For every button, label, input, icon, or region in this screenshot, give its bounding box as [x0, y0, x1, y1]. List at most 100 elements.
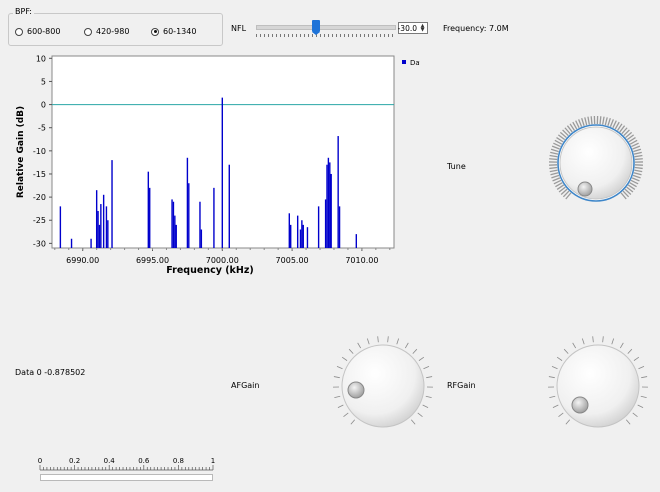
y-tick-label: -25 [33, 216, 46, 225]
knob-tick [565, 419, 571, 425]
nfl-spinbox[interactable]: -30.0 ▲ ▼ [398, 22, 428, 34]
y-tick-label: 5 [41, 77, 46, 86]
y-tick-label: 0 [41, 101, 46, 110]
knob-tick [634, 154, 643, 158]
knob-tick [563, 348, 569, 354]
y-tick-label: 10 [36, 54, 46, 63]
y-tick-label: -15 [33, 170, 46, 179]
knob-tick [396, 338, 400, 345]
tune-label: Tune [447, 162, 466, 171]
knob-tick [553, 142, 561, 148]
spectrum-chart: 10 5 0 -5 -10 -15 -20 -25 -30 6990.00 6995.00 7000… [16, 54, 420, 276]
knob-tick [575, 120, 580, 129]
x-axis-label: Frequency (kHz) [166, 265, 253, 276]
tune-knob-dimple[interactable] [577, 181, 593, 197]
rfgain-knob-dimple[interactable] [571, 396, 589, 414]
knob-tick [426, 376, 433, 379]
knob-tick [341, 356, 348, 361]
progress-scale-label: 0.6 [138, 457, 150, 465]
knob-tick [634, 166, 643, 170]
x-tick-label: 7000.00 [206, 256, 239, 265]
afgain-knob[interactable] [333, 334, 433, 434]
knob-tick [412, 348, 418, 354]
knob-tick [604, 117, 608, 126]
knob-tick [584, 117, 588, 126]
knob-tick [350, 419, 356, 425]
knob-tick [552, 404, 559, 409]
knob-tick [631, 142, 639, 148]
knob-tick [551, 174, 560, 179]
x-tick-label: 7005.00 [276, 256, 309, 265]
knob-tick [387, 336, 389, 343]
radio-icon[interactable] [15, 27, 23, 36]
spin-arrows-icon[interactable]: ▲ ▼ [419, 24, 426, 33]
rfgain-knob-face[interactable] [556, 344, 640, 428]
progress-scale-label: 0.4 [104, 457, 116, 465]
knob-tick [377, 336, 379, 343]
knob-tick [552, 177, 561, 182]
knob-tick [422, 404, 429, 409]
nfl-slider-track[interactable] [256, 25, 396, 30]
radio-icon[interactable] [84, 27, 92, 36]
knob-tick [425, 395, 432, 399]
knob-tick [587, 116, 590, 125]
knob-tick [637, 404, 644, 409]
knob-tick [634, 158, 643, 161]
bpf-option-60-1340[interactable]: 60-1340 [151, 27, 196, 36]
knob-tick [417, 412, 423, 417]
progress-scale-label: 0.2 [69, 457, 80, 465]
nfl-slider-thumb[interactable] [312, 20, 320, 35]
knob-tick [336, 366, 343, 370]
knob-tick [641, 376, 648, 379]
knob-tick [627, 348, 633, 354]
rfgain-label: RFGain [447, 381, 476, 390]
tune-knob-face[interactable] [559, 126, 633, 200]
knob-tick [632, 174, 641, 179]
y-axis-label: Relative Gain (dB) [16, 106, 26, 198]
bpf-title: BPF: [13, 7, 34, 16]
knob-tick [592, 336, 594, 343]
knob-tick [333, 376, 340, 379]
frequency-label: Frequency: 7.0M [443, 24, 509, 33]
bpf-option-600-800[interactable]: 600-800 [15, 27, 60, 36]
knob-tick [609, 119, 614, 128]
knob-tick [334, 395, 341, 399]
knob-tick [611, 338, 615, 345]
bpf-option-420-980[interactable]: 420-980 [84, 27, 129, 36]
knob-tick [607, 118, 611, 127]
knob-tick [634, 169, 643, 173]
knob-tick [599, 116, 602, 125]
knob-tick [638, 366, 645, 370]
nfl-label: NFL [231, 24, 247, 33]
knob-tick [632, 145, 641, 150]
knob-tick [549, 158, 558, 161]
knob-tick [549, 169, 558, 173]
knob-tick [558, 412, 564, 417]
knob-tick [366, 338, 370, 345]
rfgain-knob[interactable] [548, 334, 648, 434]
knob-tick [556, 356, 563, 361]
tune-knob[interactable] [548, 113, 644, 213]
afgain-knob-dimple[interactable] [347, 381, 365, 399]
legend-swatch [402, 60, 406, 64]
knob-tick [612, 120, 617, 129]
y-tick-label: -10 [33, 147, 46, 156]
knob-tick [602, 116, 605, 125]
knob-tick [423, 366, 430, 370]
nfl-slider-ticks [256, 34, 394, 37]
knob-tick [581, 118, 585, 127]
knob-tick [581, 338, 585, 345]
knob-tick [619, 342, 624, 349]
x-tick-label: 6990.00 [66, 256, 99, 265]
nfl-value: -30.0 [397, 24, 417, 33]
radio-selected-icon[interactable] [151, 27, 159, 36]
knob-tick [602, 336, 604, 343]
knob-tick [410, 419, 416, 425]
knob-tick [549, 395, 556, 399]
knob-tick [337, 404, 344, 409]
knob-tick [418, 356, 425, 361]
bpf-option-label: 60-1340 [163, 27, 197, 36]
knob-tick [590, 116, 593, 125]
knob-tick [404, 342, 409, 349]
knob-tick [578, 119, 583, 128]
